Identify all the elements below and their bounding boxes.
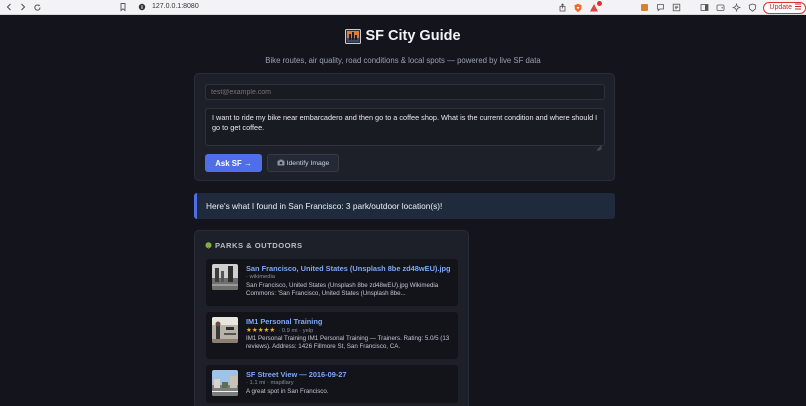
address-bar[interactable]: 127.0.0.1:8080	[152, 3, 199, 10]
bookmark-icon[interactable]	[118, 2, 128, 12]
question-textarea[interactable]: I want to ride my bike near embarcadero …	[205, 108, 605, 146]
update-label: Update	[769, 4, 792, 11]
ask-form-card: I want to ride my bike near embarcadero …	[194, 73, 615, 181]
camera-icon	[277, 159, 285, 168]
place-thumbnail	[212, 370, 238, 396]
browser-extensions: Update	[557, 0, 806, 14]
brave-shield-icon[interactable]	[573, 3, 583, 13]
tree-icon	[205, 242, 212, 249]
rating-stars: ★★★★★	[246, 327, 276, 334]
place-title[interactable]: San Francisco, United States (Unsplash 8…	[246, 264, 451, 273]
place-meta: · 1.1 mi · mapillary	[246, 380, 294, 386]
sidebar-icon[interactable]	[699, 3, 709, 13]
site-info-icon[interactable]	[137, 2, 147, 12]
place-title[interactable]: IM1 Personal Training	[246, 317, 322, 326]
city-photo-icon	[345, 28, 362, 44]
list-item[interactable]: IM1 Personal Training ★★★★★ · 0.9 mi · y…	[206, 312, 458, 359]
place-title[interactable]: SF Street View — 2016-09-27	[246, 370, 347, 379]
browser-toolbar: 127.0.0.1:8080 Update	[0, 0, 806, 15]
parks-panel: PARKS & OUTDOORS San Francisco, United S…	[194, 230, 469, 406]
extension-icon[interactable]	[639, 3, 649, 13]
identify-image-button[interactable]: Identify Image	[267, 154, 339, 172]
place-thumbnail	[212, 264, 238, 290]
page-subtitle: Bike routes, air quality, road condition…	[265, 55, 541, 65]
share-icon[interactable]	[557, 3, 567, 13]
place-thumbnail	[212, 317, 238, 343]
email-input[interactable]	[205, 84, 605, 100]
menu-icon	[794, 3, 802, 12]
brave-rewards-icon[interactable]	[589, 0, 603, 13]
back-icon[interactable]	[2, 0, 16, 14]
ask-sf-button[interactable]: Ask SF →	[205, 154, 262, 172]
result-banner: Here's what I found in San Francisco: 3 …	[194, 193, 615, 219]
forward-icon[interactable]	[16, 0, 30, 14]
reload-icon[interactable]	[30, 0, 44, 14]
place-description: A great spot in San Francisco.	[246, 388, 329, 395]
place-source: · wikimedia	[246, 274, 275, 280]
list-item[interactable]: San Francisco, United States (Unsplash 8…	[206, 259, 458, 306]
identify-image-label: Identify Image	[286, 159, 330, 167]
list-item[interactable]: SF Street View — 2016-09-27 · 1.1 mi · m…	[206, 365, 458, 403]
place-distance-source: · 0.9 mi · yelp	[278, 327, 314, 334]
update-button[interactable]: Update	[763, 1, 806, 14]
title-text: SF City Guide	[365, 28, 461, 44]
page-header: SF City Guide Bike routes, air quality, …	[0, 28, 806, 65]
page-title: SF City Guide	[345, 28, 461, 44]
parks-heading: PARKS & OUTDOORS	[205, 241, 303, 250]
parks-heading-text: PARKS & OUTDOORS	[215, 241, 303, 250]
reader-extension-icon[interactable]	[671, 3, 681, 13]
leo-ai-icon[interactable]	[731, 3, 741, 13]
place-description: IM1 Personal Training IM1 Personal Train…	[246, 335, 450, 351]
resize-grip-icon[interactable]	[596, 138, 602, 151]
wallet-icon[interactable]	[715, 3, 725, 13]
place-distance-source: · 1.1 mi · mapillary	[246, 380, 294, 386]
place-description: San Francisco, United States (Unsplash 8…	[246, 282, 439, 298]
vpn-icon[interactable]	[747, 3, 757, 13]
place-meta: · wikimedia	[246, 274, 275, 280]
place-meta: ★★★★★ · 0.9 mi · yelp	[246, 327, 313, 334]
chat-extension-icon[interactable]	[655, 3, 665, 13]
